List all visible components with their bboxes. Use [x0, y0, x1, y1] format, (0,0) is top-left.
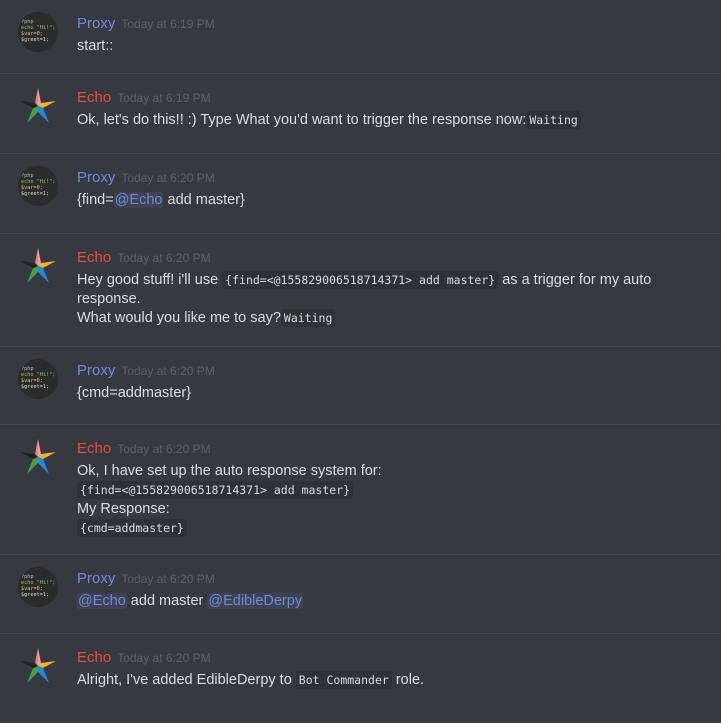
php-code-avatar-icon[interactable]: ?php echo "Hi!"; $var=0; $greet=1; — [18, 12, 58, 52]
text-segment: What would you like me to say? — [77, 310, 281, 326]
message-header: Proxy Today at 6:20 PM — [77, 169, 701, 187]
author-name[interactable]: Echo — [77, 249, 111, 266]
svg-text:$greet=1;: $greet=1; — [21, 384, 49, 390]
svg-text:$greet=1;: $greet=1; — [21, 37, 49, 43]
timestamp: Today at 6:19 PM — [121, 17, 215, 31]
message-header: Echo Today at 6:20 PM — [77, 440, 701, 458]
message-text: @Echo add master @EdibleDerpy — [77, 592, 701, 611]
timestamp: Today at 6:20 PM — [121, 364, 215, 378]
message-content: Proxy Today at 6:20 PM {cmd=addmaster} — [77, 362, 701, 403]
message-content: Echo Today at 6:20 PM Hey good stuff! i'll… — [77, 249, 701, 328]
text-segment: Alright, I've added EdibleDerpy to — [77, 672, 296, 688]
inline-code: {cmd=addmaster} — [77, 519, 187, 537]
message-group: ?php echo "Hi!"; $var=0; $greet=1; Proxy Toda… — [0, 154, 721, 234]
message-text: {cmd=addmaster} — [77, 384, 701, 403]
message-text: start:: — [77, 37, 701, 56]
user-mention[interactable]: @Echo — [77, 593, 127, 609]
message-header: Proxy Today at 6:20 PM — [77, 362, 701, 380]
colorful-star-avatar-icon[interactable] — [18, 437, 58, 477]
user-mention[interactable]: @Echo — [113, 192, 164, 208]
text-segment: add master} — [163, 192, 245, 208]
message-text: Ok, let's do this!! :) Type What you'd w… — [77, 111, 701, 130]
message-header: Proxy Today at 6:19 PM — [77, 15, 701, 33]
text-segment: Hey good stuff! i'll use — [77, 272, 223, 288]
message-header: Proxy Today at 6:20 PM — [77, 570, 701, 588]
message-group: Echo Today at 6:20 PM Alright, I've added … — [0, 634, 721, 723]
svg-text:$greet=1;: $greet=1; — [21, 191, 49, 197]
php-code-avatar-icon[interactable]: ?php echo "Hi!"; $var=0; $greet=1; — [18, 567, 58, 607]
author-name[interactable]: Proxy — [77, 15, 115, 32]
chat-log: ?php echo "Hi!"; $var=0; $greet=1; Proxy Toda… — [0, 0, 721, 723]
svg-text:$greet=1;: $greet=1; — [21, 592, 49, 598]
message-text: Hey good stuff! i'll use {find=<@1558290… — [77, 271, 701, 328]
text-segment: Ok, I have set up the auto response syst… — [77, 463, 382, 479]
message-text: {find=@Echo add master} — [77, 191, 701, 210]
php-code-avatar-icon[interactable]: ?php echo "Hi!"; $var=0; $greet=1; — [18, 359, 58, 399]
text-segment: add master — [126, 593, 208, 609]
timestamp: Today at 6:20 PM — [117, 251, 211, 265]
colorful-star-avatar-icon[interactable] — [18, 246, 58, 286]
text-segment: start:: — [77, 38, 114, 54]
message-group: Echo Today at 6:19 PM Ok, let's do this!! … — [0, 74, 721, 154]
message-header: Echo Today at 6:20 PM — [77, 649, 701, 667]
message-group: ?php echo "Hi!"; $var=0; $greet=1; Proxy Toda… — [0, 0, 721, 74]
message-content: Echo Today at 6:20 PM Alright, I've added … — [77, 649, 701, 690]
author-name[interactable]: Proxy — [77, 570, 115, 587]
message-text: Ok, I have set up the auto response syst… — [77, 462, 701, 538]
message-group: Echo Today at 6:20 PM Ok, I have set up th… — [0, 425, 721, 555]
text-segment: {cmd=addmaster} — [77, 385, 192, 401]
author-name[interactable]: Echo — [77, 649, 111, 666]
message-content: Echo Today at 6:19 PM Ok, let's do this!! … — [77, 89, 701, 130]
message-content: Proxy Today at 6:19 PMstart:: — [77, 15, 701, 56]
text-segment: role. — [391, 672, 425, 688]
message-group: Echo Today at 6:20 PM Hey good stuff! i'll… — [0, 234, 721, 347]
timestamp: Today at 6:20 PM — [121, 572, 215, 586]
inline-code: Waiting — [280, 309, 336, 327]
author-name[interactable]: Echo — [77, 89, 111, 106]
inline-code: {find=<@155829006518714371> add master} — [222, 271, 499, 289]
message-group: ?php echo "Hi!"; $var=0; $greet=1; Proxy Toda… — [0, 555, 721, 634]
timestamp: Today at 6:20 PM — [121, 171, 215, 185]
text-segment: {find= — [77, 192, 114, 208]
message-header: Echo Today at 6:19 PM — [77, 89, 701, 107]
text-segment: My Response: — [77, 501, 170, 517]
inline-code: Waiting — [526, 111, 581, 129]
message-text: Alright, I've added EdibleDerpy to Bot C… — [77, 671, 701, 690]
message-content: Echo Today at 6:20 PM Ok, I have set up th… — [77, 440, 701, 538]
user-mention[interactable]: @EdibleDerpy — [207, 593, 304, 609]
php-code-avatar-icon[interactable]: ?php echo "Hi!"; $var=0; $greet=1; — [18, 166, 58, 206]
author-name[interactable]: Proxy — [77, 362, 115, 379]
message-content: Proxy Today at 6:20 PM @Echo add master @E… — [77, 570, 701, 611]
message-group: ?php echo "Hi!"; $var=0; $greet=1; Proxy Toda… — [0, 347, 721, 425]
author-name[interactable]: Proxy — [77, 169, 115, 186]
inline-code: {find=<@155829006518714371> add master} — [77, 481, 354, 499]
inline-code: Bot Commander — [295, 671, 392, 689]
colorful-star-avatar-icon[interactable] — [18, 86, 58, 126]
author-name[interactable]: Echo — [77, 440, 111, 457]
colorful-star-avatar-icon[interactable] — [18, 646, 58, 686]
message-header: Echo Today at 6:20 PM — [77, 249, 701, 267]
text-segment: Ok, let's do this!! :) Type What you'd w… — [77, 112, 527, 128]
message-content: Proxy Today at 6:20 PM {find=@Echo add mas… — [77, 169, 701, 210]
timestamp: Today at 6:20 PM — [117, 651, 211, 665]
timestamp: Today at 6:19 PM — [117, 91, 211, 105]
timestamp: Today at 6:20 PM — [117, 442, 211, 456]
